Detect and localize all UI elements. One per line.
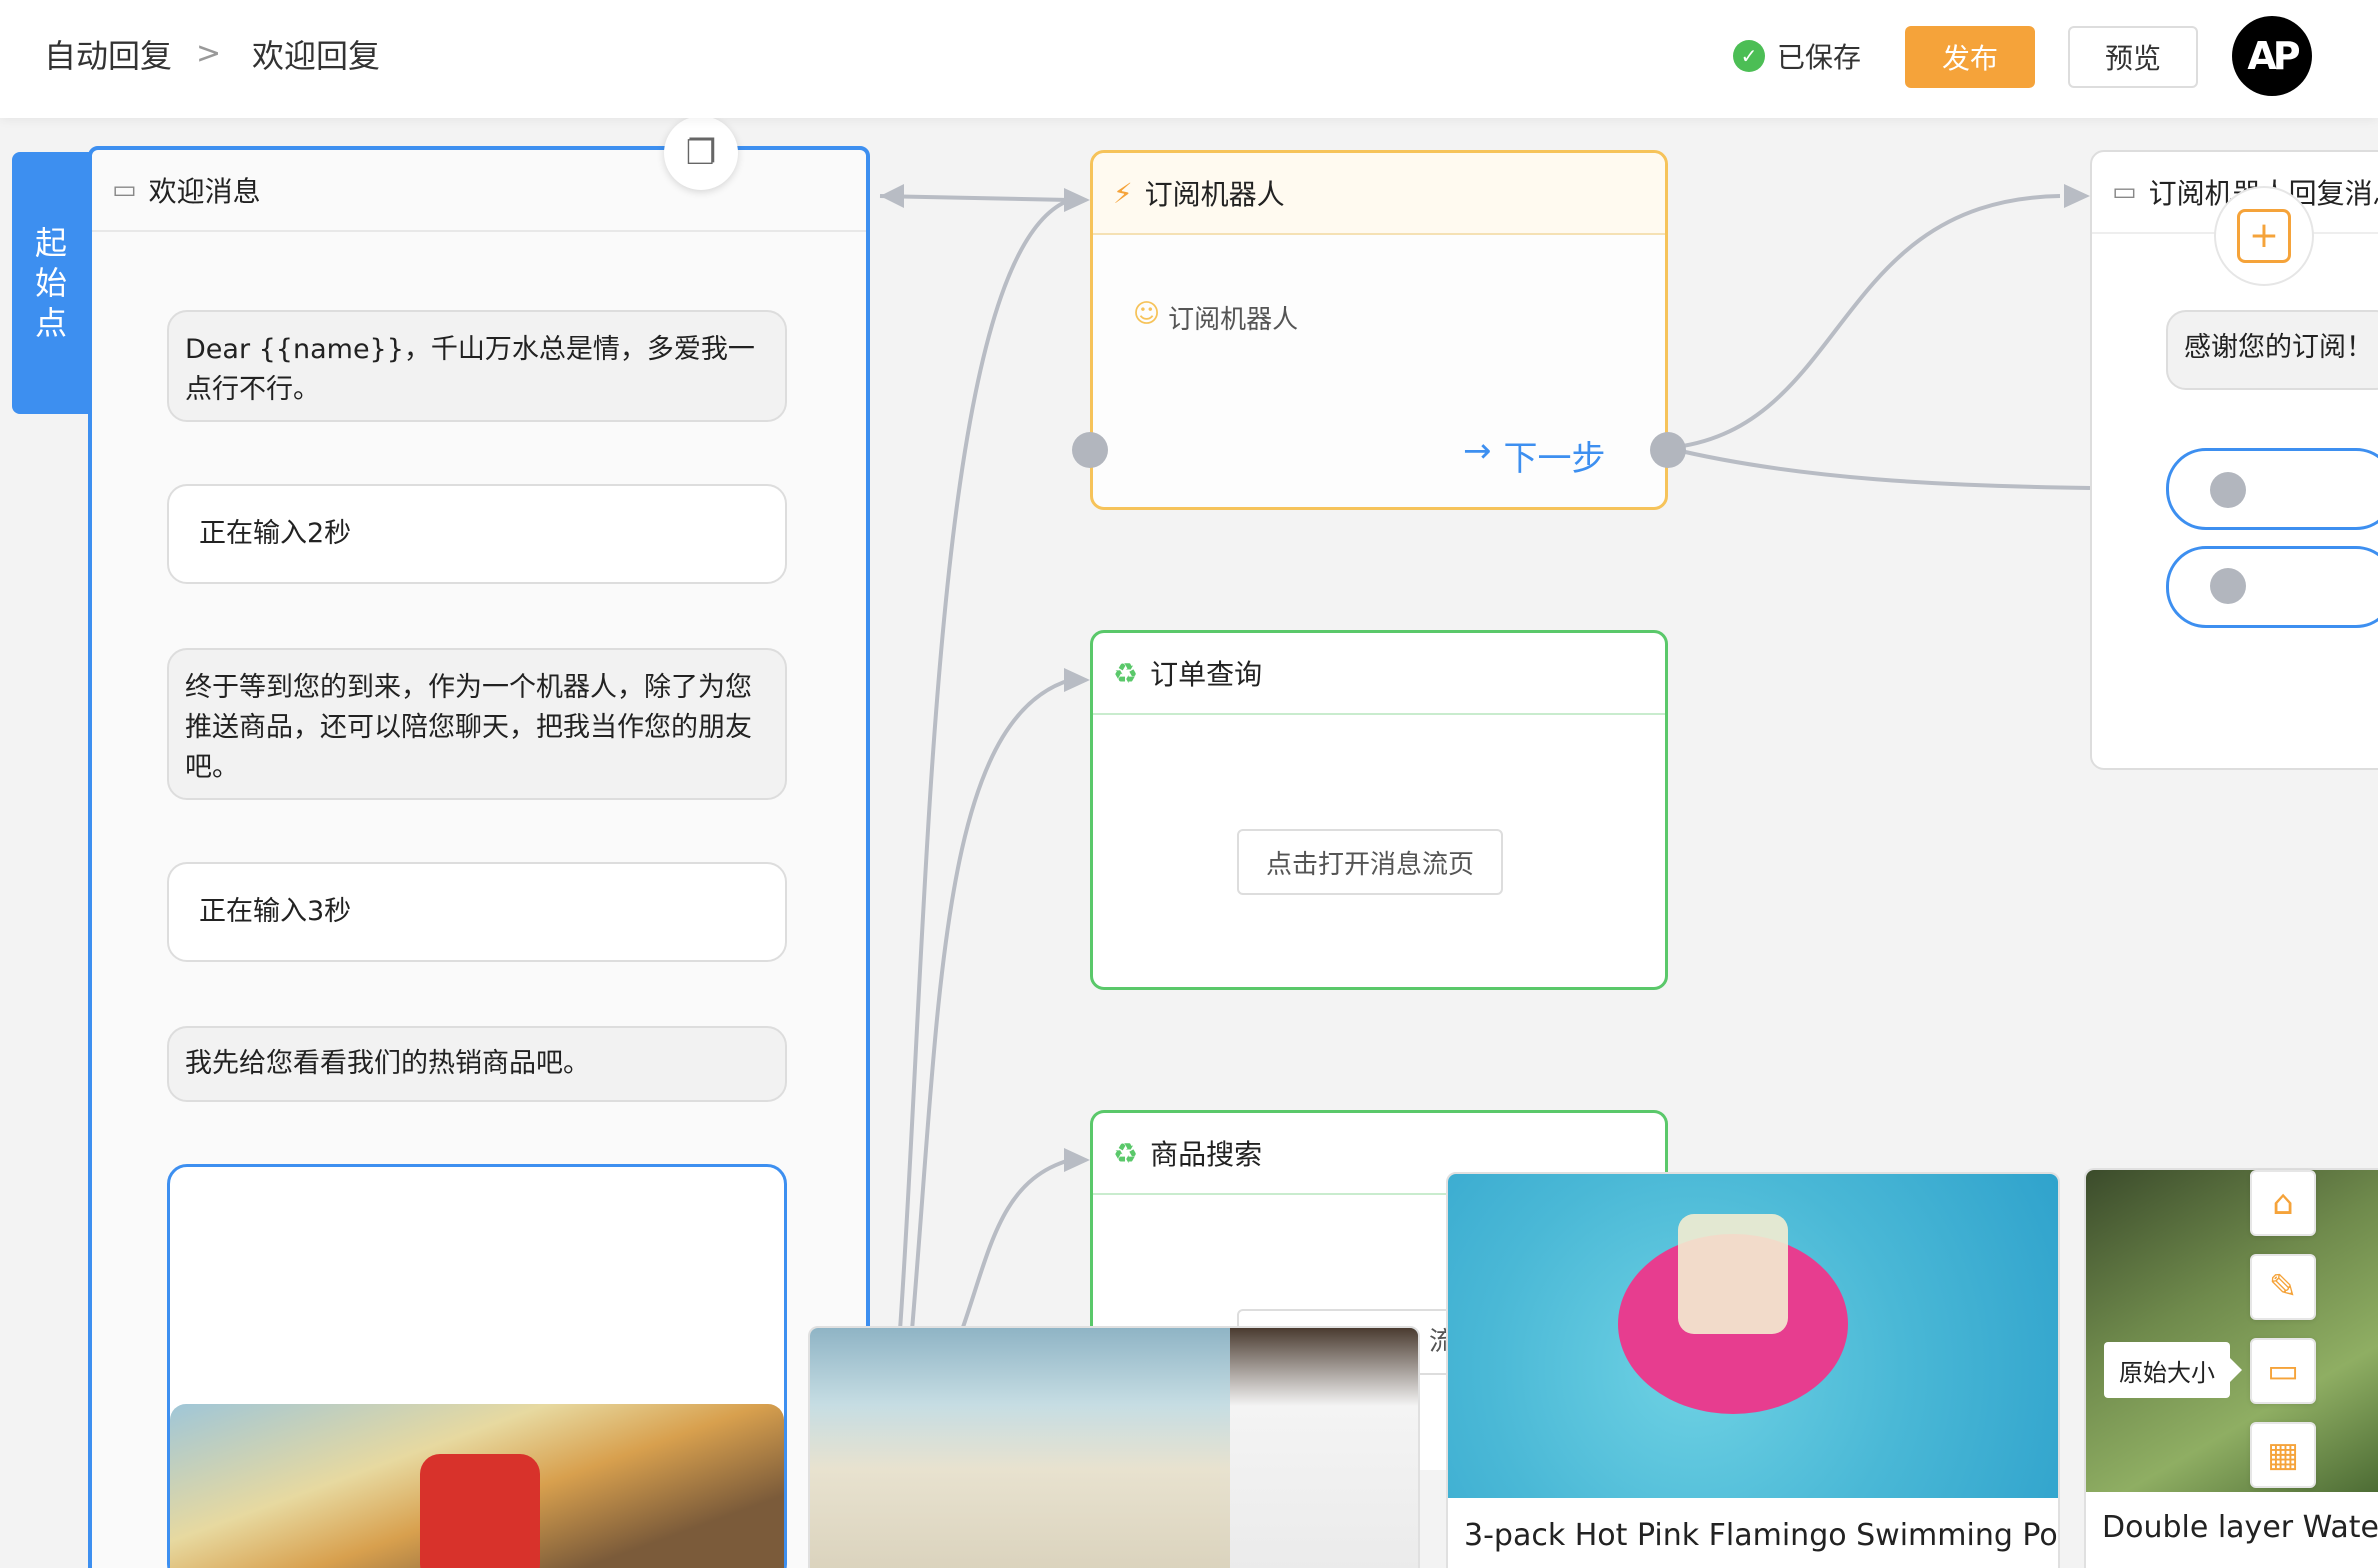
- message-bubble[interactable]: 终于等到您的到来，作为一个机器人，除了为您推送商品，还可以陪您聊天，把我当作您的…: [167, 648, 787, 800]
- breadcrumb-root[interactable]: 自动回复: [44, 34, 172, 78]
- message-bubble[interactable]: Dear {{name}}，千山万水总是情，多爱我一点行不行。: [167, 310, 787, 422]
- input-port[interactable]: [1072, 432, 1108, 468]
- start-tab-char: 点: [34, 304, 67, 342]
- check-icon: ✓: [1733, 40, 1765, 72]
- tent-image: [2086, 1170, 2378, 1492]
- add-icon: +: [2237, 209, 2291, 263]
- search-node-title: 商品搜索: [1150, 1138, 1263, 1171]
- magic-wand-icon[interactable]: ✎: [2250, 1254, 2316, 1320]
- product-title: Double layer Waterproof Tent: [2102, 1510, 2378, 1545]
- subscribe-robot-row: ☺ 订阅机器人: [1133, 299, 1298, 336]
- button-pill[interactable]: [2166, 546, 2378, 628]
- welcome-node-header: ▭ 欢迎消息: [92, 150, 866, 232]
- add-message-button[interactable]: +: [2214, 186, 2314, 286]
- home-icon[interactable]: ⌂: [2250, 1170, 2316, 1236]
- message-bubble[interactable]: 感谢您的订阅！: [2166, 310, 2378, 390]
- top-bar: 自动回复 > 欢迎回复 ✓ 已保存 发布 预览 AP: [0, 0, 2378, 118]
- breadcrumb-current: 欢迎回复: [252, 37, 381, 75]
- robot-icon: ☺: [1133, 299, 1161, 329]
- fit-icon[interactable]: ▭: [2250, 1338, 2316, 1404]
- flow-icon: ♻: [1113, 1136, 1139, 1170]
- output-port[interactable]: [2210, 568, 2246, 604]
- breadcrumb-separator-icon: >: [196, 36, 222, 71]
- drink-cup-shape: [1678, 1214, 1788, 1334]
- chat-bubble-icon: ▭: [2112, 177, 2137, 207]
- subscribe-robot-label: 订阅机器人: [1168, 305, 1299, 335]
- subscribe-node-title: 订阅机器人: [1144, 178, 1285, 211]
- start-tab-char: 起: [34, 224, 67, 262]
- subscribe-node-header: ⚡ 订阅机器人: [1093, 153, 1665, 235]
- next-step-link[interactable]: → 下一步: [1463, 431, 1606, 480]
- flamingo-image: [1448, 1174, 2058, 1498]
- chat-bubble-icon: ▭: [112, 175, 137, 205]
- beach-image: [170, 1404, 784, 1568]
- order-node-title: 订单查询: [1150, 658, 1263, 691]
- order-node-header: ♻ 订单查询: [1093, 633, 1665, 715]
- subscribe-robot-node[interactable]: ⚡ 订阅机器人 ☺ 订阅机器人 → 下一步: [1090, 150, 1668, 510]
- typing-indicator-bubble[interactable]: 正在输入2秒: [167, 484, 787, 584]
- avatar[interactable]: AP: [2232, 16, 2312, 96]
- message-bubble[interactable]: 我先给您看看我们的热销商品吧。: [167, 1026, 787, 1102]
- product-title: 3-pack Hot Pink Flamingo Swimming Pool D…: [1464, 1518, 2058, 1553]
- grid-icon[interactable]: ▦: [2250, 1422, 2316, 1488]
- flow-icon: ♻: [1113, 656, 1139, 690]
- start-tab-char: 始: [34, 264, 67, 302]
- save-status-label: 已保存: [1777, 41, 1862, 74]
- product-card[interactable]: [808, 1326, 1420, 1568]
- output-port[interactable]: [1650, 432, 1686, 468]
- red-bag-shape: [420, 1454, 540, 1568]
- output-port[interactable]: [2210, 472, 2246, 508]
- product-card[interactable]: 3-pack Hot Pink Flamingo Swimming Pool D…: [1446, 1172, 2060, 1568]
- button-pill[interactable]: [2166, 448, 2378, 530]
- lightning-icon: ⚡: [1113, 176, 1133, 210]
- open-message-flow-button[interactable]: 点击打开消息流页: [1237, 829, 1503, 895]
- arrow-right-icon: →: [1463, 431, 1492, 471]
- preview-button[interactable]: 预览: [2068, 26, 2198, 88]
- save-status: ✓ 已保存: [1733, 36, 1861, 76]
- welcome-node-title: 欢迎消息: [148, 175, 261, 208]
- next-step-label: 下一步: [1503, 439, 1606, 479]
- copy-icon[interactable]: ❐: [664, 116, 738, 190]
- order-query-node[interactable]: ♻ 订单查询 点击打开消息流页: [1090, 630, 1668, 990]
- publish-button[interactable]: 发布: [1905, 26, 2035, 88]
- typing-indicator-bubble[interactable]: 正在输入3秒: [167, 862, 787, 962]
- start-point-tab: 起 始 点: [12, 152, 90, 414]
- person-shape: [1230, 1328, 1418, 1568]
- tooltip: 原始大小: [2104, 1342, 2242, 1398]
